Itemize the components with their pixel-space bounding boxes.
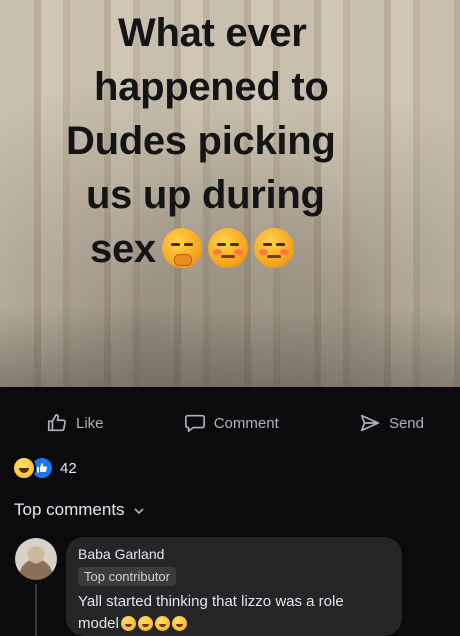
avatar[interactable] (15, 538, 57, 580)
comment-bubble: Baba Garland Top contributor Yall starte… (66, 537, 402, 636)
like-label: Like (76, 414, 104, 432)
relieved-face-emoji-icon (253, 228, 294, 268)
send-label: Send (388, 414, 424, 432)
headline-line: us up during (86, 173, 325, 217)
headline-line: Dudes picking (66, 119, 336, 163)
reaction-count: 42 (60, 459, 77, 477)
like-button[interactable]: Like (46, 412, 104, 434)
comment-text-line: Yall started thinking that lizzo was a r… (78, 593, 344, 610)
comment-author[interactable]: Baba Garland (78, 546, 390, 562)
comment-text: Yall started thinking that lizzo was a r… (78, 591, 390, 635)
top-comments-label: Top comments (14, 500, 125, 519)
chevron-down-icon (133, 508, 144, 515)
top-comments-sort[interactable]: Top comments (14, 500, 145, 520)
send-button[interactable]: Send (359, 412, 424, 434)
headline-line: happened to (94, 65, 329, 109)
headline-word: sex (90, 227, 156, 271)
post-image[interactable]: What ever happened to Dudes picking us u… (0, 0, 460, 387)
thread-line (35, 584, 37, 636)
thinking-face-emoji-icon (161, 228, 202, 268)
post-headline: What ever happened to Dudes picking us u… (66, 6, 396, 276)
comment-button[interactable]: Comment (184, 412, 279, 434)
relieved-face-emoji-icon (207, 228, 248, 268)
comment-bubble-icon (184, 414, 205, 433)
headline-line: What ever (118, 11, 307, 55)
post-action-bar: Like Comment Send (0, 398, 460, 448)
thumbs-up-icon (47, 413, 66, 432)
top-contributor-badge: Top contributor (78, 567, 176, 586)
send-icon (360, 414, 380, 432)
laughing-emoji-icon (154, 616, 170, 631)
comment-label: Comment (213, 414, 279, 432)
reactions-summary[interactable]: 42 (12, 456, 77, 480)
haha-reaction-icon (12, 456, 36, 480)
laughing-emoji-icon (171, 616, 187, 631)
comment-text-line: model (78, 615, 119, 632)
laughing-emoji-icon (120, 616, 136, 631)
headline-line-last: sex (66, 222, 396, 276)
laughing-emoji-icon (137, 616, 153, 631)
